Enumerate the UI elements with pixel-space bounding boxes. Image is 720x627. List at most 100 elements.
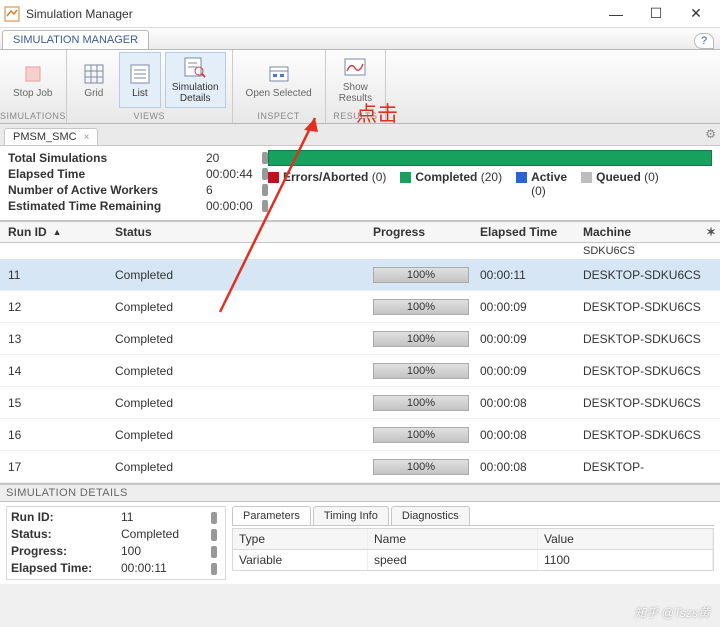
cell-progress: 100% <box>373 267 480 283</box>
details-tabs: Parameters Timing Info Diagnostics <box>232 506 714 526</box>
legend: Errors/Aborted (0) Completed (20) Active… <box>268 170 712 198</box>
sort-asc-icon: ▲ <box>53 227 62 237</box>
col-header-machine[interactable]: Machine <box>583 225 720 239</box>
grip-handle[interactable] <box>211 546 217 558</box>
cell-runid: 15 <box>0 396 115 410</box>
cell-elapsed: 00:00:09 <box>480 332 583 346</box>
table-row[interactable]: 15Completed100%00:00:08DESKTOP-SDKU6CS <box>0 387 720 419</box>
cell-runid: 14 <box>0 364 115 378</box>
cell-elapsed: 00:00:08 <box>480 460 583 474</box>
cell-machine: DESKTOP-SDKU6CS <box>583 332 720 346</box>
cell-progress: 100% <box>373 331 480 347</box>
titlebar: Simulation Manager — ☐ ✕ <box>0 0 720 28</box>
group-label-views: VIEWS <box>67 110 232 123</box>
maximize-button[interactable]: ☐ <box>636 0 676 28</box>
ribbon-tab-main[interactable]: SIMULATION MANAGER <box>2 30 149 49</box>
close-button[interactable]: ✕ <box>676 0 716 28</box>
cell-elapsed: 00:00:08 <box>480 396 583 410</box>
grid-header: Run ID▲ Status Progress Elapsed Time Mac… <box>0 221 720 243</box>
tab-parameters[interactable]: Parameters <box>232 506 311 525</box>
table-row[interactable]: 17Completed100%00:00:08DESKTOP- <box>0 451 720 483</box>
show-results-button[interactable]: Show Results <box>332 52 379 108</box>
cell-elapsed: 00:00:09 <box>480 300 583 314</box>
tab-timing-info[interactable]: Timing Info <box>313 506 389 525</box>
cell-machine: DESKTOP-SDKU6CS <box>583 268 720 282</box>
watermark: 知乎 @Tszs黄 <box>634 604 710 621</box>
help-icon[interactable]: ? <box>694 33 714 49</box>
grip-handle[interactable] <box>211 563 217 575</box>
col-header-status[interactable]: Status <box>115 225 373 239</box>
gear-icon[interactable]: ⚙ <box>705 127 716 141</box>
cell-status: Completed <box>115 364 373 378</box>
results-grid: Run ID▲ Status Progress Elapsed Time Mac… <box>0 221 720 483</box>
document-tabs: PMSM_SMC × ⚙ <box>0 124 720 146</box>
cell-status: Completed <box>115 428 373 442</box>
grip-handle[interactable] <box>211 512 217 524</box>
col-header-progress[interactable]: Progress <box>373 225 480 239</box>
grid-header-extra: SDKU6CS <box>0 243 720 259</box>
progressbar: 100% <box>373 459 469 475</box>
cell-machine: DESKTOP-SDKU6CS <box>583 428 720 442</box>
stop-job-button[interactable]: Stop Job <box>6 52 59 108</box>
stop-icon <box>21 62 45 86</box>
param-col-name[interactable]: Name <box>368 529 538 549</box>
legend-swatch-errors <box>268 172 279 183</box>
cell-elapsed: 00:00:08 <box>480 428 583 442</box>
progressbar: 100% <box>373 363 469 379</box>
progressbar: 100% <box>373 331 469 347</box>
close-icon[interactable]: × <box>84 132 90 143</box>
cell-status: Completed <box>115 268 373 282</box>
simulation-details-button[interactable]: Simulation Details <box>165 52 226 108</box>
open-selected-button[interactable]: Open Selected <box>239 52 319 108</box>
table-row[interactable]: 16Completed100% 00:00:08DESKTOP-SDKU6CS <box>0 419 720 451</box>
details-icon <box>183 56 207 80</box>
parameter-table: Type Name Value Variable speed 1100 <box>232 528 714 571</box>
group-label-results: RESULTS <box>326 110 385 123</box>
col-header-runid[interactable]: Run ID▲ <box>0 225 115 239</box>
progressbar: 100% <box>373 427 469 443</box>
gear-icon[interactable]: ✶ <box>706 225 716 239</box>
doc-tab[interactable]: PMSM_SMC × <box>4 128 98 145</box>
table-row[interactable]: 11Completed100%00:00:11DESKTOP-SDKU6CS <box>0 259 720 291</box>
app-icon <box>4 6 20 22</box>
overview-panel: Total Simulations20 Elapsed Time00:00:44… <box>0 146 720 221</box>
cell-status: Completed <box>115 460 373 474</box>
tab-diagnostics[interactable]: Diagnostics <box>391 506 470 525</box>
cell-machine: DESKTOP- <box>583 460 720 474</box>
window-title: Simulation Manager <box>26 7 596 21</box>
table-row[interactable]: 14Completed100%00:00:09DESKTOP-SDKU6CS <box>0 355 720 387</box>
progressbar: 100% <box>373 267 469 283</box>
col-header-elapsed[interactable]: Elapsed Time <box>480 225 583 239</box>
ribbon-tabstrip: SIMULATION MANAGER ? <box>0 28 720 50</box>
cell-runid: 13 <box>0 332 115 346</box>
table-row[interactable]: 12Completed100% 00:00:09DESKTOP-SDKU6CS <box>0 291 720 323</box>
grip-handle[interactable] <box>211 529 217 541</box>
cell-progress: 100% <box>373 395 480 411</box>
param-col-type[interactable]: Type <box>233 529 368 549</box>
cell-runid: 16 <box>0 428 115 442</box>
list-button[interactable]: List <box>119 52 161 108</box>
simulation-details-panel: SIMULATION DETAILS Run ID:11 Status:Comp… <box>0 483 720 584</box>
progressbar: 100% <box>373 299 469 315</box>
grid-button[interactable]: Grid <box>73 52 115 108</box>
cell-status: Completed <box>115 332 373 346</box>
param-row[interactable]: Variable speed 1100 <box>233 550 713 570</box>
legend-swatch-queued <box>581 172 592 183</box>
progressbar: 100% <box>373 395 469 411</box>
minimize-button[interactable]: — <box>596 0 636 28</box>
toolbar: Stop Job SIMULATIONS Grid List Simulatio… <box>0 50 720 124</box>
legend-swatch-active <box>516 172 527 183</box>
doc-tab-label: PMSM_SMC <box>13 131 77 143</box>
cell-runid: 12 <box>0 300 115 314</box>
overall-progressbar <box>268 150 712 166</box>
cell-status: Completed <box>115 300 373 314</box>
cell-elapsed: 00:00:09 <box>480 364 583 378</box>
table-row[interactable]: 13Completed100% 00:00:09DESKTOP-SDKU6CS <box>0 323 720 355</box>
param-col-value[interactable]: Value <box>538 529 713 549</box>
cell-progress: 100% <box>373 363 480 379</box>
cell-machine: DESKTOP-SDKU6CS <box>583 300 720 314</box>
group-label-simulations: SIMULATIONS <box>0 110 66 123</box>
list-icon <box>128 62 152 86</box>
cell-status: Completed <box>115 396 373 410</box>
details-summary: Run ID:11 Status:Completed Progress:100 … <box>6 506 226 580</box>
